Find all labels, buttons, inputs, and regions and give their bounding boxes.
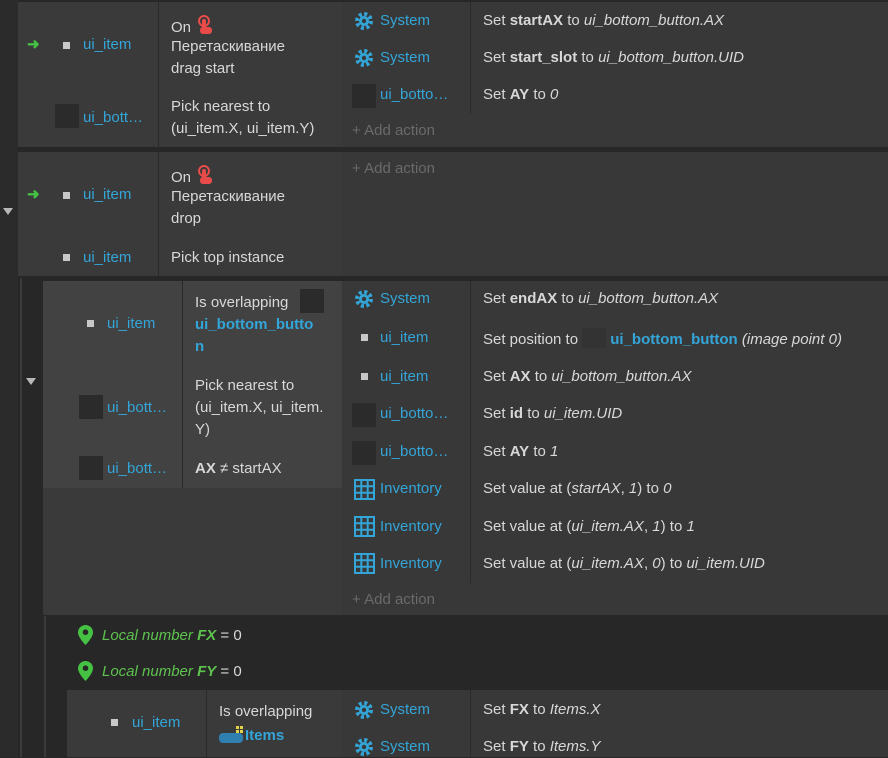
sprite-thumbnail-icon bbox=[582, 328, 607, 348]
condition-text[interactable]: AX ≠ startAX bbox=[195, 458, 282, 480]
sprite-thumbnail-icon bbox=[361, 334, 368, 341]
action-object[interactable]: Inventory bbox=[380, 478, 442, 500]
indent-line bbox=[20, 278, 22, 757]
sprite-thumbnail-icon bbox=[79, 395, 103, 419]
condition-text[interactable]: Is overlapping bbox=[219, 701, 312, 723]
condition-text-line: (ui_item.X, ui_item. bbox=[195, 399, 324, 416]
indent-line-2 bbox=[44, 616, 46, 757]
gear-icon bbox=[355, 701, 373, 719]
condition-object[interactable]: ui_bott… bbox=[107, 458, 167, 480]
array-grid-icon bbox=[354, 553, 375, 574]
action-text[interactable]: Set start_slot to ui_bottom_button.UID bbox=[483, 47, 744, 69]
add-action-button[interactable]: + Add action bbox=[352, 589, 435, 611]
sprite-thumbnail-icon bbox=[79, 456, 103, 480]
local-variable-pin-icon bbox=[78, 625, 93, 645]
divider bbox=[470, 690, 471, 757]
collapse-toggle-icon[interactable] bbox=[26, 378, 36, 385]
trigger-arrow-icon: ➜ bbox=[27, 186, 40, 203]
action-object[interactable]: Inventory bbox=[380, 553, 442, 575]
condition-object[interactable]: ui_item bbox=[107, 313, 155, 335]
local-variable-fx[interactable]: Local number FX = 0 bbox=[102, 625, 242, 647]
condition-text-line: drop bbox=[171, 210, 202, 227]
condition-object[interactable]: ui_item bbox=[83, 184, 131, 206]
action-text[interactable]: Set value at (startAX, 1) to 0 bbox=[483, 478, 671, 500]
action-object[interactable]: ui_botto… bbox=[380, 441, 448, 463]
gear-icon bbox=[355, 12, 373, 30]
action-object[interactable]: System bbox=[380, 47, 430, 69]
action-text[interactable]: Set position to ui_bottom_button (image … bbox=[483, 328, 842, 351]
sprite-thumbnail-icon bbox=[361, 373, 368, 380]
divider bbox=[206, 690, 207, 757]
condition-param: Items bbox=[219, 725, 284, 747]
action-object[interactable]: System bbox=[380, 10, 430, 32]
condition-text-line: Перетаскивание bbox=[171, 188, 285, 205]
divider bbox=[470, 2, 471, 114]
divider bbox=[470, 281, 471, 583]
gear-icon bbox=[355, 49, 373, 67]
add-action-button[interactable]: + Add action bbox=[352, 158, 435, 180]
sprite-thumbnail-icon bbox=[87, 320, 94, 327]
local-variable-pin-icon bbox=[78, 661, 93, 681]
condition-text-line: Y) bbox=[195, 421, 210, 438]
family-icon bbox=[219, 726, 243, 743]
touch-icon bbox=[198, 165, 213, 184]
sprite-thumbnail-icon bbox=[111, 719, 118, 726]
condition-object[interactable]: ui_item bbox=[83, 34, 131, 56]
action-object[interactable]: System bbox=[380, 699, 430, 721]
local-variable-fy[interactable]: Local number FY = 0 bbox=[102, 661, 242, 683]
condition-text[interactable]: Pick nearest to bbox=[171, 96, 270, 118]
action-object[interactable]: ui_botto… bbox=[380, 84, 448, 106]
collapse-toggle-icon[interactable] bbox=[3, 208, 13, 215]
action-text[interactable]: Set AY to 0 bbox=[483, 84, 558, 106]
action-text[interactable]: Set endAX to ui_bottom_button.AX bbox=[483, 288, 718, 310]
action-object[interactable]: ui_item bbox=[380, 327, 428, 349]
sprite-thumbnail-icon bbox=[352, 84, 376, 108]
action-object[interactable]: System bbox=[380, 288, 430, 310]
condition-param: ui_bottom_butto bbox=[195, 316, 314, 333]
condition-object[interactable]: ui_item bbox=[132, 712, 180, 734]
trigger-arrow-icon: ➜ bbox=[27, 36, 40, 53]
condition-object[interactable]: ui_item bbox=[83, 247, 131, 269]
action-text[interactable]: Set AX to ui_bottom_button.AX bbox=[483, 366, 692, 388]
touch-icon bbox=[198, 15, 213, 34]
action-text[interactable]: Set FX to Items.X bbox=[483, 699, 601, 721]
condition-text-line: (ui_item.X, ui_item.Y) bbox=[171, 120, 315, 137]
action-text[interactable]: Set value at (ui_item.AX, 0) to ui_item.… bbox=[483, 553, 765, 575]
action-text[interactable]: Set FY to Items.Y bbox=[483, 736, 601, 758]
condition-text-line: Перетаскивание bbox=[171, 38, 285, 55]
condition-object[interactable]: ui_bott… bbox=[107, 397, 167, 419]
action-object[interactable]: Inventory bbox=[380, 516, 442, 538]
condition-text[interactable]: Is overlapping bbox=[195, 292, 288, 314]
event-sheet-gutter bbox=[0, 0, 18, 757]
divider bbox=[158, 152, 159, 276]
gear-icon bbox=[355, 290, 373, 308]
divider bbox=[158, 2, 159, 147]
sprite-thumbnail-icon bbox=[300, 289, 324, 313]
array-grid-icon bbox=[354, 516, 375, 537]
action-object[interactable]: System bbox=[380, 736, 430, 758]
condition-object[interactable]: ui_bott… bbox=[83, 107, 143, 129]
array-grid-icon bbox=[354, 479, 375, 500]
action-text[interactable]: Set value at (ui_item.AX, 1) to 1 bbox=[483, 516, 695, 538]
condition-param: n bbox=[195, 338, 205, 355]
sprite-thumbnail-icon bbox=[352, 441, 376, 465]
action-text[interactable]: Set startAX to ui_bottom_button.AX bbox=[483, 10, 724, 32]
condition-text[interactable]: Pick top instance bbox=[171, 247, 284, 269]
action-text[interactable]: Set AY to 1 bbox=[483, 441, 558, 463]
sprite-thumbnail-icon bbox=[352, 403, 376, 427]
sprite-thumbnail-icon bbox=[63, 192, 70, 199]
condition-text[interactable]: Pick nearest to bbox=[195, 375, 294, 397]
sprite-thumbnail-icon bbox=[63, 254, 70, 261]
sprite-thumbnail-icon bbox=[55, 104, 79, 128]
sprite-thumbnail-icon bbox=[63, 42, 70, 49]
action-object[interactable]: ui_botto… bbox=[380, 403, 448, 425]
condition-text-line: drag start bbox=[171, 60, 235, 77]
divider bbox=[182, 281, 183, 488]
action-object[interactable]: ui_item bbox=[380, 366, 428, 388]
gear-icon bbox=[355, 738, 373, 756]
add-action-button[interactable]: + Add action bbox=[352, 120, 435, 142]
action-text[interactable]: Set id to ui_item.UID bbox=[483, 403, 622, 425]
